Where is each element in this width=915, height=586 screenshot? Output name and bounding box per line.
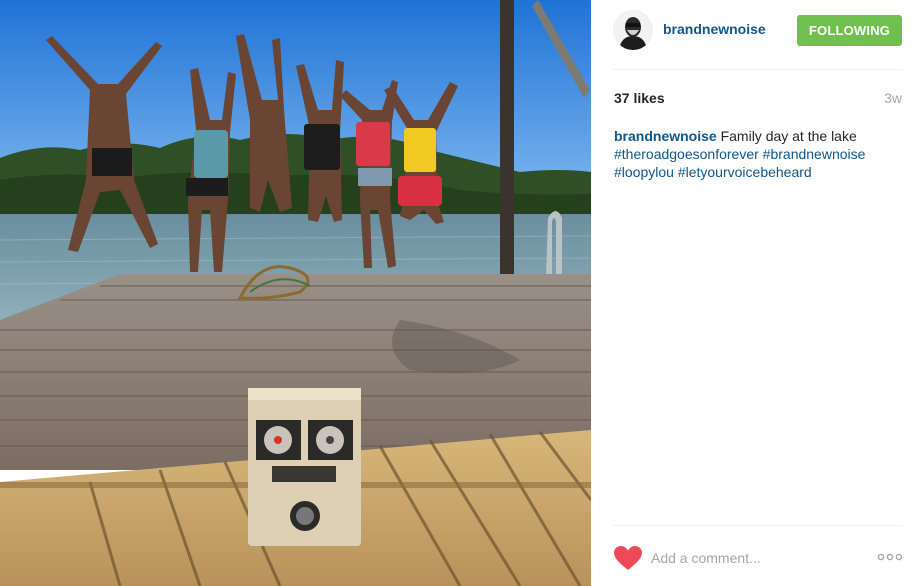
- post-header: brandnewnoise FOLLOWING: [591, 0, 915, 70]
- post-photo[interactable]: [0, 0, 591, 586]
- hashtag-link[interactable]: #brandnewnoise: [763, 146, 866, 162]
- avatar[interactable]: [613, 10, 653, 50]
- avatar-image: [613, 10, 653, 50]
- following-button[interactable]: FOLLOWING: [797, 15, 902, 46]
- caption-username[interactable]: brandnewnoise: [614, 128, 717, 144]
- post-username[interactable]: brandnewnoise: [663, 21, 766, 37]
- hashtag-link[interactable]: #letyourvoicebeheard: [678, 164, 812, 180]
- comment-divider: [613, 525, 902, 526]
- lake-dock-photo: [0, 0, 591, 586]
- caption-text: Family day at the lake: [716, 128, 857, 144]
- post-side-panel: brandnewnoise FOLLOWING 37 likes 3w bran…: [591, 0, 915, 586]
- heart-icon[interactable]: [613, 545, 643, 571]
- post-age[interactable]: 3w: [884, 90, 902, 106]
- hashtag-link[interactable]: #loopylou: [614, 164, 674, 180]
- post-caption: brandnewnoise Family day at the lake #th…: [614, 127, 904, 181]
- header-divider: [613, 69, 902, 70]
- hashtag-link[interactable]: #theroadgoesonforever: [614, 146, 759, 162]
- comment-input[interactable]: [651, 547, 851, 569]
- more-options-icon[interactable]: [877, 550, 903, 564]
- likes-count[interactable]: 37 likes: [614, 90, 665, 106]
